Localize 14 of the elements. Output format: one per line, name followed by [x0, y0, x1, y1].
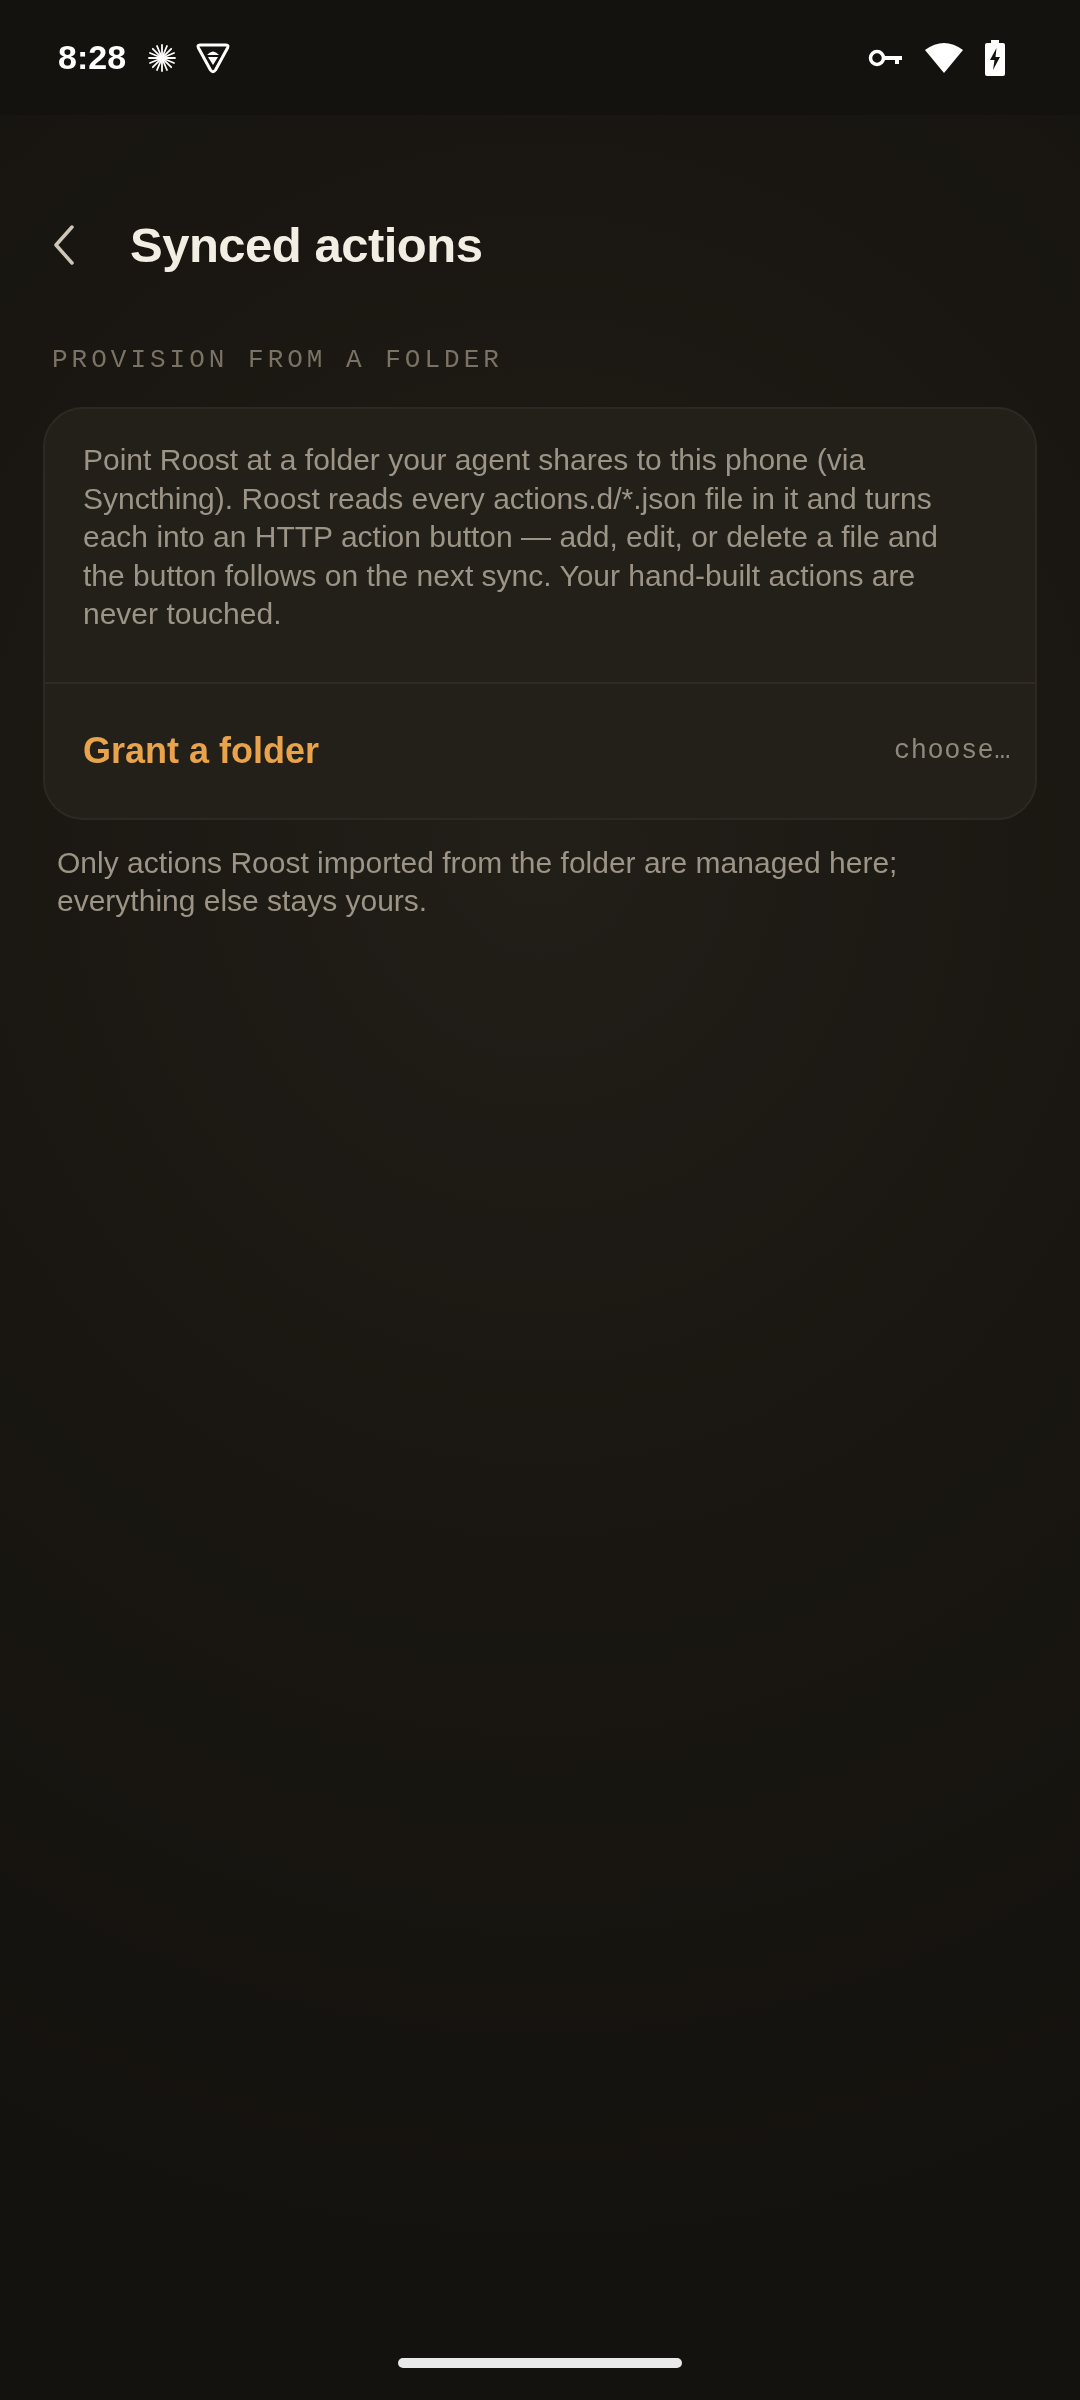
key-icon — [868, 47, 904, 68]
status-time: 8:28 — [58, 38, 127, 77]
choose-value-text: choose… — [894, 735, 1011, 766]
sparkle-icon — [148, 43, 177, 72]
back-icon — [53, 225, 75, 265]
wifi-icon — [924, 41, 964, 74]
triangle-badge-icon — [196, 41, 231, 74]
grant-folder-button[interactable]: Grant a folder — [71, 723, 332, 778]
page-title: Synced actions — [130, 217, 483, 273]
section-label: PROVISION FROM A FOLDER — [52, 345, 503, 375]
description-text: Point Roost at a folder your agent shares to this phone (via Syncthing). Roost reads every actions.d/*.json file in it and turns each into an HTTP action button — add, edit, or delete a file and the button follows on the next sync. Your hand-built actions are never touched. — [82, 442, 939, 632]
footnote-text: Only actions Roost imported from the folder are managed here; everything else stays yours. — [57, 844, 899, 919]
home-handle[interactable] — [398, 2358, 682, 2368]
battery-charging-icon — [984, 39, 1006, 76]
